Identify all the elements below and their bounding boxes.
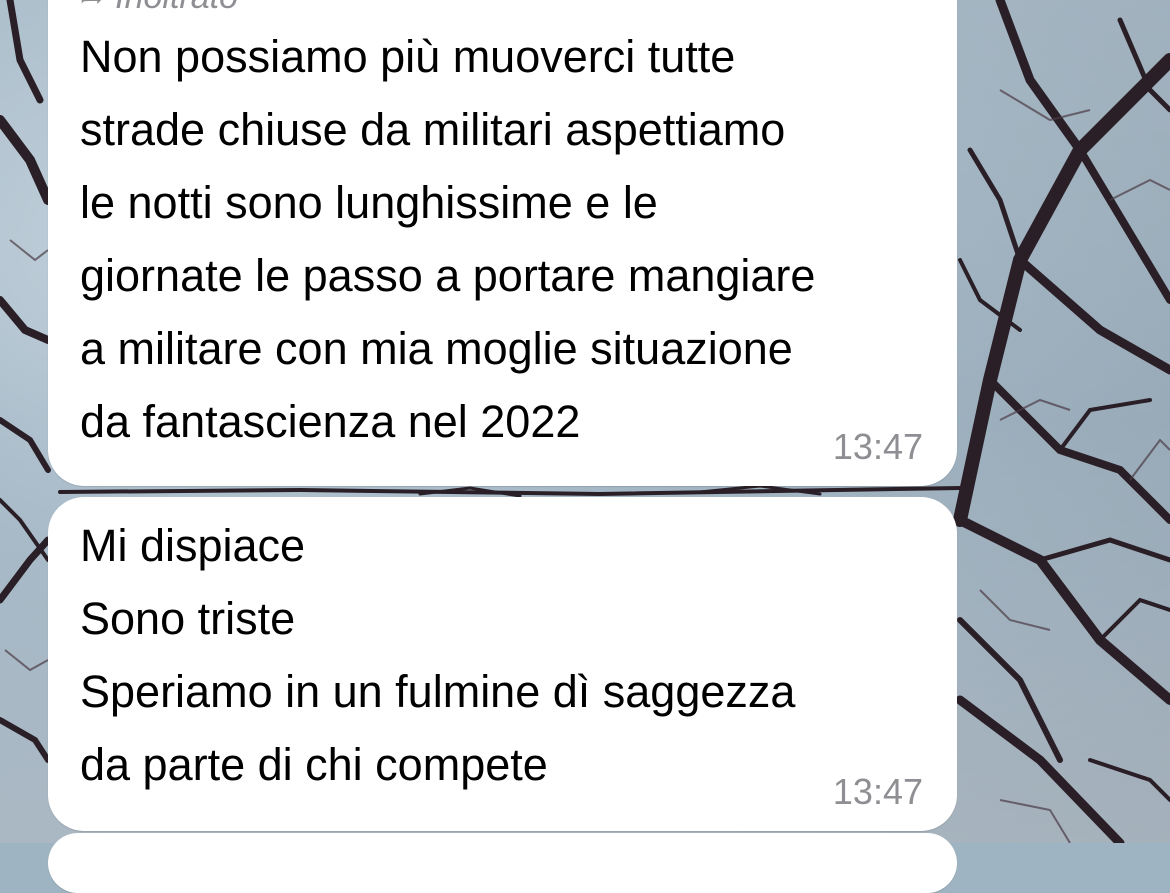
message-text: Mi dispiace Sono triste Speriamo in un f… — [80, 520, 796, 790]
message-bubble-incoming[interactable]: Mi dispiace Sono triste Speriamo in un f… — [48, 497, 957, 831]
message-bubble-partial[interactable] — [48, 833, 957, 893]
forward-arrow-icon: ➦ — [80, 0, 105, 15]
message-timestamp: 13:47 — [832, 426, 923, 467]
forwarded-text: Inoltrato — [115, 0, 238, 17]
message-bubble-incoming-forwarded[interactable]: ➦ Inoltrato Non possiamo più muoverci tu… — [48, 0, 957, 486]
message-text: Non possiamo più muoverci tutte strade c… — [80, 31, 816, 447]
forwarded-label: ➦ Inoltrato — [80, 0, 238, 17]
message-timestamp: 13:47 — [832, 771, 923, 812]
